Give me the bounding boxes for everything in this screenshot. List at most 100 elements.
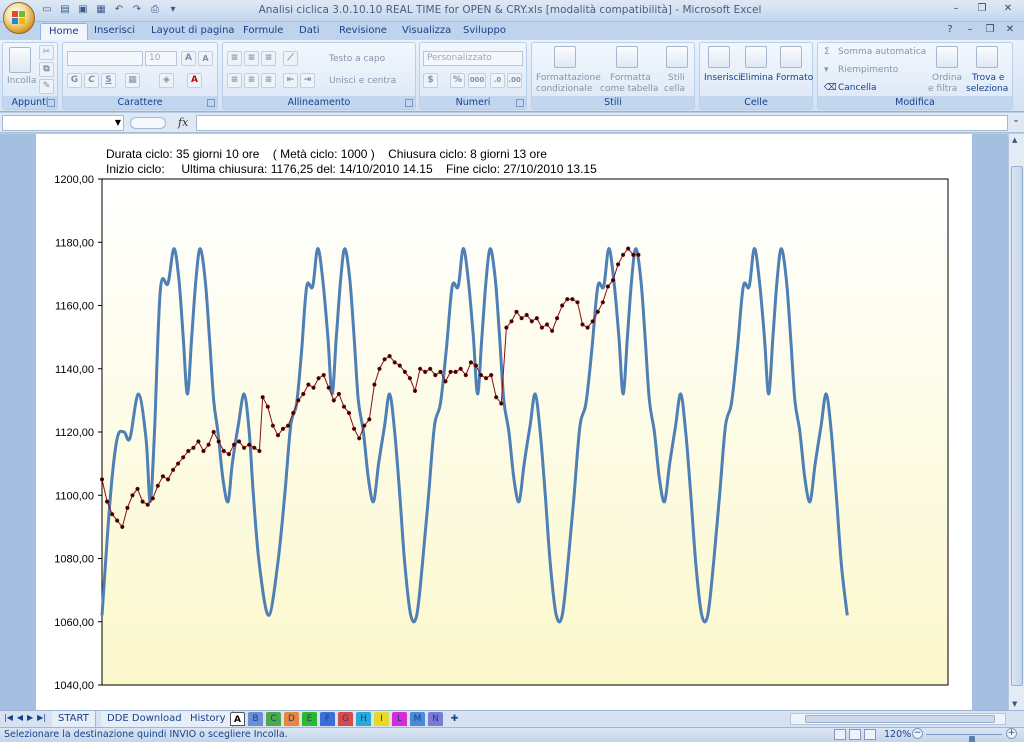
redo-icon[interactable]: ↷: [130, 3, 144, 17]
sheet-tab-dde-download[interactable]: DDE Download: [101, 711, 189, 727]
tab-revisione[interactable]: Revisione: [331, 23, 395, 40]
insert-sheet-icon[interactable]: ✚: [447, 712, 462, 726]
number-format-field[interactable]: Personalizzato: [423, 51, 523, 66]
restore-button[interactable]: ❐: [970, 2, 994, 18]
print-preview-icon[interactable]: ▦: [94, 3, 108, 17]
find-select-icon[interactable]: [976, 46, 998, 68]
vertical-scroll-thumb[interactable]: [1011, 166, 1023, 686]
borders-icon[interactable]: ▦: [125, 73, 140, 88]
color-sheet-tab-l[interactable]: L: [392, 712, 407, 726]
cut-icon[interactable]: ✂: [39, 45, 54, 60]
format-cells-icon[interactable]: [780, 46, 802, 68]
bold-button[interactable]: G: [67, 73, 82, 88]
expand-formula-bar-icon[interactable]: ⌄: [1010, 115, 1022, 131]
tab-visualizza[interactable]: Visualizza: [394, 23, 459, 40]
zoom-slider[interactable]: [926, 734, 1002, 742]
thousands-button[interactable]: 000: [468, 73, 486, 88]
wrap-text-button[interactable]: Testo a capo: [329, 54, 385, 64]
zoom-out-icon[interactable]: −: [912, 728, 923, 739]
orientation-icon[interactable]: ⟋: [283, 51, 298, 66]
fill-button[interactable]: Riempimento: [838, 65, 898, 75]
name-box[interactable]: ▼: [2, 115, 124, 131]
customize-qat-icon[interactable]: ▾: [166, 3, 180, 17]
workbook-minimize-icon[interactable]: –: [962, 24, 978, 38]
tab-dati[interactable]: Dati: [291, 23, 328, 40]
zoom-level[interactable]: 120%: [884, 729, 911, 740]
color-sheet-tab-f[interactable]: F: [320, 712, 335, 726]
delete-cells-icon[interactable]: [745, 46, 767, 68]
conditional-formatting-label-1[interactable]: Formattazione: [536, 73, 601, 83]
print-icon[interactable]: ⎙: [148, 3, 162, 17]
align-center-icon[interactable]: ≡: [244, 73, 259, 88]
copy-icon[interactable]: ⧉: [39, 62, 54, 77]
horizontal-scrollbar[interactable]: [790, 713, 1006, 725]
undo-icon[interactable]: ↶: [112, 3, 126, 17]
sort-filter-icon[interactable]: [936, 46, 958, 68]
horizontal-scroll-thumb[interactable]: [805, 715, 995, 723]
autosum-icon[interactable]: Σ: [824, 47, 830, 57]
align-right-icon[interactable]: ≡: [261, 73, 276, 88]
align-top-icon[interactable]: ≡: [227, 51, 242, 66]
decrease-indent-icon[interactable]: ⇤: [283, 73, 298, 88]
italic-button[interactable]: C: [84, 73, 99, 88]
align-bottom-icon[interactable]: ≡: [261, 51, 276, 66]
tab-formule[interactable]: Formule: [235, 23, 291, 40]
office-button[interactable]: [3, 2, 35, 34]
close-button[interactable]: ✕: [996, 2, 1020, 18]
vertical-scrollbar[interactable]: ▲ ▼: [1008, 134, 1024, 710]
color-sheet-tab-b[interactable]: B: [248, 712, 263, 726]
cell-styles-label-1[interactable]: Stili: [668, 73, 685, 83]
find-select-label-1[interactable]: Trova e: [972, 73, 1004, 83]
formula-input[interactable]: [196, 115, 1008, 131]
workbook-close-icon[interactable]: ✕: [1002, 24, 1018, 38]
appunti-launcher-icon[interactable]: [47, 99, 55, 107]
sort-filter-label-1[interactable]: Ordina: [932, 73, 962, 83]
last-sheet-icon[interactable]: ▶|: [37, 713, 46, 722]
sort-filter-label-2[interactable]: e filtra: [928, 84, 957, 94]
percent-button[interactable]: %: [450, 73, 465, 88]
find-select-label-2[interactable]: seleziona: [966, 84, 1008, 94]
color-sheet-tab-d[interactable]: D: [284, 712, 299, 726]
tab-layout[interactable]: Layout di pagina: [143, 23, 243, 40]
color-sheet-tab-m[interactable]: M: [410, 712, 425, 726]
align-left-icon[interactable]: ≡: [227, 73, 242, 88]
decrease-decimal-icon[interactable]: .00: [507, 73, 522, 88]
color-sheet-tab-a[interactable]: A: [230, 712, 245, 726]
color-sheet-tab-e[interactable]: E: [302, 712, 317, 726]
zoom-in-icon[interactable]: +: [1006, 728, 1017, 739]
worksheet-area[interactable]: Durata ciclo: 35 giorni 10 ore ( Metà ci…: [0, 134, 1008, 710]
carattere-launcher-icon[interactable]: [207, 99, 215, 107]
paste-label[interactable]: Incolla: [7, 76, 36, 86]
increase-indent-icon[interactable]: ⇥: [300, 73, 315, 88]
format-painter-icon[interactable]: ✎: [39, 79, 54, 94]
align-middle-icon[interactable]: ≡: [244, 51, 259, 66]
format-as-table-label-1[interactable]: Formatta: [610, 73, 651, 83]
help-icon[interactable]: ?: [942, 24, 958, 38]
cell-styles-icon[interactable]: [666, 46, 688, 68]
tab-inserisci[interactable]: Inserisci: [86, 23, 143, 40]
allineamento-launcher-icon[interactable]: [405, 99, 413, 107]
conditional-formatting-icon[interactable]: [554, 46, 576, 68]
next-sheet-icon[interactable]: ▶: [27, 713, 33, 722]
insert-cells-label[interactable]: Inserisci: [704, 73, 741, 83]
prev-sheet-icon[interactable]: ◀: [17, 713, 23, 722]
workbook-restore-icon[interactable]: ❐: [982, 24, 998, 38]
insert-function-icon[interactable]: fx: [178, 116, 188, 129]
numeri-launcher-icon[interactable]: [516, 99, 524, 107]
format-as-table-label-2[interactable]: come tabella: [600, 84, 658, 94]
zoom-slider-thumb[interactable]: [968, 736, 975, 742]
autosum-button[interactable]: Somma automatica: [838, 47, 926, 57]
font-color-icon[interactable]: A: [187, 73, 202, 88]
page-layout-view-icon[interactable]: [849, 729, 861, 740]
sheet-tab-start[interactable]: START: [52, 711, 96, 727]
insert-cells-icon[interactable]: [708, 46, 730, 68]
chart-object[interactable]: Durata ciclo: 35 giorni 10 ore ( Metà ci…: [36, 134, 972, 710]
fill-color-icon[interactable]: ◈: [159, 73, 174, 88]
name-box-dropdown-icon[interactable]: ▼: [115, 118, 121, 127]
clear-button[interactable]: Cancella: [838, 83, 877, 93]
first-sheet-icon[interactable]: |◀: [4, 713, 13, 722]
cell-styles-label-2[interactable]: cella: [664, 84, 685, 94]
tab-home[interactable]: Home: [40, 23, 88, 40]
format-as-table-icon[interactable]: [616, 46, 638, 68]
conditional-formatting-label-2[interactable]: condizionale: [536, 84, 592, 94]
